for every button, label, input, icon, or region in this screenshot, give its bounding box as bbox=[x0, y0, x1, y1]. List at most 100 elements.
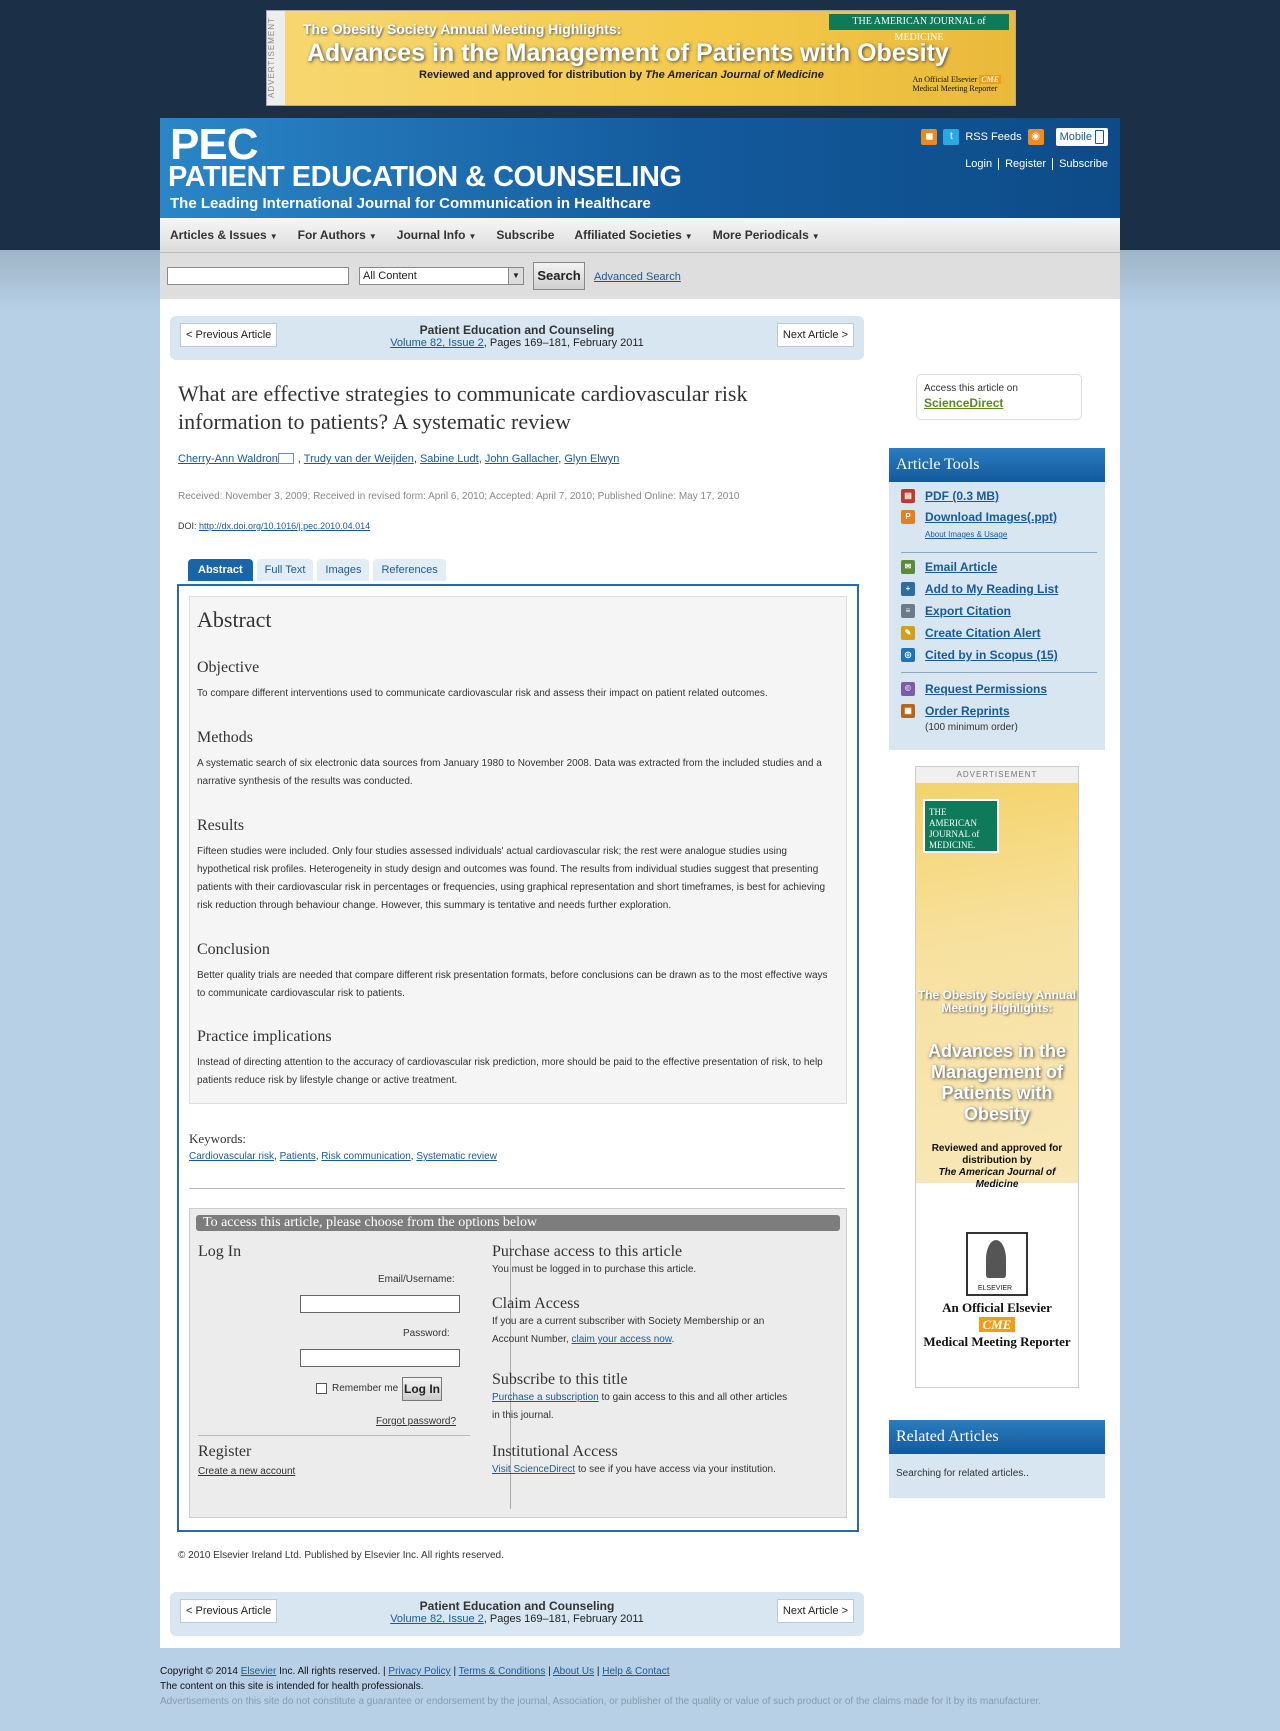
top-advertisement[interactable]: ADVERTISEMENT The Obesity Society Annual… bbox=[266, 10, 1016, 106]
remember-me-checkbox[interactable] bbox=[316, 1382, 327, 1394]
tool-label[interactable]: Cited by in Scopus (15) bbox=[925, 648, 1058, 662]
remember-me[interactable]: Remember me bbox=[316, 1380, 398, 1398]
author-link[interactable]: John Gallacher bbox=[485, 453, 558, 465]
claim-access: Claim Access If you are a current subscr… bbox=[492, 1295, 788, 1349]
register-link[interactable]: Register bbox=[999, 158, 1054, 170]
keyword-link[interactable]: Patients bbox=[280, 1151, 316, 1162]
chevron-down-icon: ▼ bbox=[368, 232, 377, 241]
next-article-button[interactable]: Next Article > bbox=[776, 323, 854, 347]
chevron-down-icon: ▼ bbox=[684, 232, 693, 241]
forgot-password-link[interactable]: Forgot password? bbox=[376, 1413, 456, 1431]
permissions-icon: © bbox=[901, 682, 915, 696]
keyword-link[interactable]: Systematic review bbox=[416, 1151, 497, 1162]
search-input[interactable] bbox=[167, 267, 349, 285]
images-usage-link[interactable]: About Images & Usage bbox=[925, 530, 1007, 539]
sciencedirect-access[interactable]: Access this article on ScienceDirect bbox=[916, 374, 1082, 420]
about-us-link[interactable]: About Us bbox=[553, 1666, 594, 1677]
author-link[interactable]: Sabine Ludt bbox=[420, 453, 479, 465]
tool-label[interactable]: PDF (0.3 MB) bbox=[925, 489, 999, 503]
create-account-link[interactable]: Create a new account bbox=[198, 1463, 295, 1481]
purchase-subscription-link[interactable]: Purchase a subscription bbox=[492, 1392, 599, 1403]
tool-label[interactable]: Download Images(.ppt) bbox=[925, 510, 1057, 524]
author-link[interactable]: Trudy van der Weijden bbox=[304, 453, 414, 465]
keyword-link[interactable]: Cardiovascular risk bbox=[189, 1151, 274, 1162]
author-link[interactable]: Glyn Elwyn bbox=[564, 453, 619, 465]
ad-reporter-text: Medical Meeting Reporter bbox=[923, 1334, 1071, 1349]
tool-download-images[interactable]: P Download Images(.ppt) bbox=[901, 510, 1057, 524]
ad-line3: Reviewed and approved for distribution b… bbox=[916, 1143, 1078, 1191]
journal-name[interactable]: PATIENT EDUCATION & COUNSELING bbox=[168, 161, 682, 194]
visit-sciencedirect-link[interactable]: Visit ScienceDirect bbox=[492, 1464, 575, 1475]
institutional-text-suffix: to see if you have access via your insti… bbox=[575, 1464, 776, 1475]
keyword-link[interactable]: Risk communication bbox=[321, 1151, 410, 1162]
doi-link[interactable]: http://dx.doi.org/10.1016/j.pec.2010.04.… bbox=[199, 521, 370, 531]
email-author-icon[interactable] bbox=[277, 453, 294, 464]
keywords: Keywords: Cardiovascular risk, Patients,… bbox=[189, 1131, 497, 1162]
tab-references[interactable]: References bbox=[373, 559, 446, 581]
claim-text-suffix: . bbox=[671, 1334, 675, 1345]
nav-affiliated-societies[interactable]: Affiliated Societies ▼ bbox=[564, 228, 702, 242]
claim-access-link[interactable]: claim your access now bbox=[571, 1334, 671, 1345]
chevron-down-icon: ▼ bbox=[811, 232, 820, 241]
chevron-down-icon: ▼ bbox=[468, 232, 477, 241]
tool-label[interactable]: Email Article bbox=[925, 560, 997, 574]
tool-label[interactable]: Export Citation bbox=[925, 604, 1011, 618]
elsevier-logo-icon: ELSEVIER bbox=[966, 1232, 1028, 1296]
claim-text: If you are a current subscriber with Soc… bbox=[492, 1313, 788, 1349]
footer-line1: Copyright © 2014 Elsevier Inc. All right… bbox=[160, 1666, 670, 1677]
search-scope-select[interactable]: All Content ▼ bbox=[359, 267, 524, 285]
institutional-text: Visit ScienceDirect to see if you have a… bbox=[492, 1461, 788, 1479]
terms-link[interactable]: Terms & Conditions bbox=[459, 1666, 546, 1677]
twitter-icon[interactable]: t bbox=[943, 129, 960, 145]
login-button[interactable]: Log In bbox=[402, 1377, 442, 1401]
ad-line3-journal: The American Journal of Medicine bbox=[645, 69, 824, 81]
subscribe-link[interactable]: Subscribe bbox=[1053, 158, 1108, 170]
tab-images[interactable]: Images bbox=[317, 559, 370, 581]
tool-label[interactable]: Create Citation Alert bbox=[925, 626, 1041, 640]
tool-citation-alert[interactable]: ✎ Create Citation Alert bbox=[901, 626, 1041, 640]
rss-feeds-link[interactable]: RSS Feeds bbox=[965, 131, 1021, 143]
tool-reading-list[interactable]: + Add to My Reading List bbox=[901, 582, 1058, 596]
nav-articles-issues[interactable]: Articles & Issues ▼ bbox=[160, 228, 288, 242]
volume-issue-link[interactable]: Volume 82, Issue 2 bbox=[390, 1613, 484, 1625]
tool-label[interactable]: Request Permissions bbox=[925, 682, 1047, 696]
tool-export-citation[interactable]: ≡ Export Citation bbox=[901, 604, 1011, 618]
nav-subscribe[interactable]: Subscribe bbox=[486, 228, 564, 242]
elsevier-link[interactable]: Elsevier bbox=[241, 1666, 277, 1677]
advanced-search-link[interactable]: Advanced Search bbox=[594, 271, 681, 283]
doi: DOI: http://dx.doi.org/10.1016/j.pec.201… bbox=[178, 521, 370, 531]
nav-journal-info[interactable]: Journal Info ▼ bbox=[387, 228, 487, 242]
search-button[interactable]: Search bbox=[533, 262, 585, 290]
tool-email-article[interactable]: ✉ Email Article bbox=[901, 560, 997, 574]
password-field[interactable] bbox=[300, 1349, 460, 1367]
tool-pdf[interactable]: ▤ PDF (0.3 MB) bbox=[901, 489, 999, 503]
tab-full-text[interactable]: Full Text bbox=[256, 559, 314, 581]
article-copyright: © 2010 Elsevier Ireland Ltd. Published b… bbox=[178, 1550, 504, 1561]
social-feed-icon[interactable]: ◼ bbox=[921, 129, 938, 145]
next-article-button[interactable]: Next Article > bbox=[776, 1599, 854, 1623]
tool-label[interactable]: Add to My Reading List bbox=[925, 582, 1058, 596]
previous-article-button[interactable]: < Previous Article bbox=[180, 323, 278, 347]
tool-request-permissions[interactable]: © Request Permissions bbox=[901, 682, 1047, 696]
ad-line1: The Obesity Society Annual Meeting Highl… bbox=[917, 988, 1077, 1015]
email-field[interactable] bbox=[300, 1295, 460, 1313]
previous-article-button[interactable]: < Previous Article bbox=[180, 1599, 278, 1623]
sciencedirect-link[interactable]: ScienceDirect bbox=[924, 396, 1003, 410]
register-title: Register bbox=[198, 1443, 252, 1460]
ad-line3-text: Reviewed and approved for distribution b… bbox=[931, 1143, 1063, 1166]
nav-for-authors[interactable]: For Authors ▼ bbox=[288, 228, 387, 242]
mobile-button[interactable]: Mobile bbox=[1055, 128, 1108, 146]
login-link[interactable]: Login bbox=[959, 158, 1000, 170]
tool-label[interactable]: Order Reprints bbox=[925, 704, 1010, 718]
tool-order-reprints[interactable]: ▦ Order Reprints bbox=[901, 704, 1010, 718]
volume-issue-link[interactable]: Volume 82, Issue 2 bbox=[390, 337, 484, 349]
masthead-utilities: ◼ t RSS Feeds ◉ Mobile Login Register Su… bbox=[921, 128, 1108, 170]
privacy-policy-link[interactable]: Privacy Policy bbox=[388, 1666, 450, 1677]
sidebar-advertisement[interactable]: ADVERTISEMENT THE AMERICAN JOURNAL of ME… bbox=[915, 766, 1079, 1388]
tool-cited-by-scopus[interactable]: ◎ Cited by in Scopus (15) bbox=[901, 648, 1058, 662]
author-link[interactable]: Cherry-Ann Waldron bbox=[178, 453, 278, 465]
rss-icon[interactable]: ◉ bbox=[1027, 129, 1044, 145]
tab-abstract[interactable]: Abstract bbox=[188, 559, 253, 581]
nav-more-periodicals[interactable]: More Periodicals ▼ bbox=[703, 228, 830, 242]
help-contact-link[interactable]: Help & Contact bbox=[602, 1666, 669, 1677]
